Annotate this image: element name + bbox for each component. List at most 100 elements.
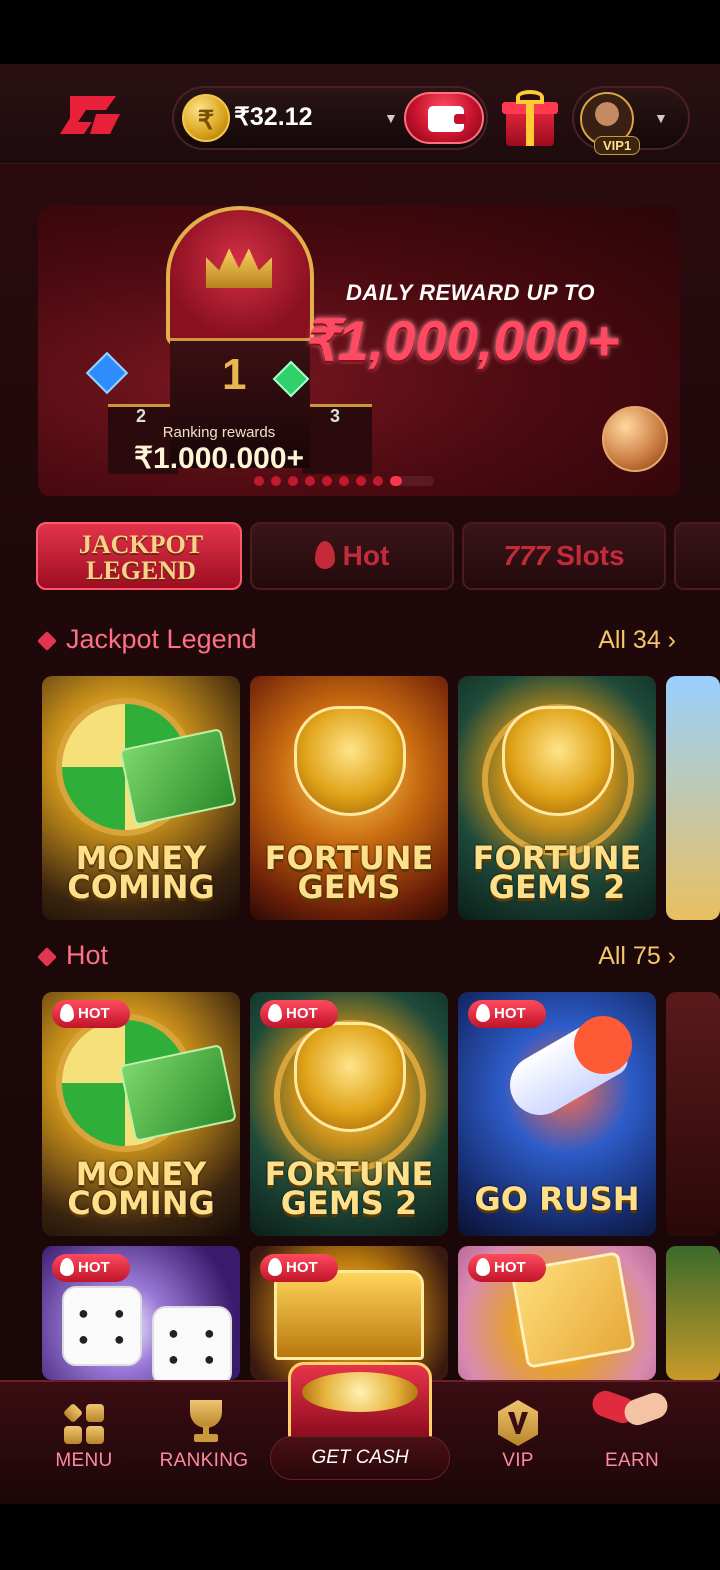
game-card[interactable]: FORTUNE GEMS	[250, 676, 448, 920]
gift-button[interactable]	[500, 88, 560, 150]
tab-hot[interactable]: Hot	[250, 522, 454, 590]
nav-ranking[interactable]: RANKING	[144, 1382, 264, 1506]
profile-button[interactable]: VIP1 ▼	[572, 86, 690, 155]
flame-icon	[476, 1258, 490, 1276]
nav-menu[interactable]: MENU	[24, 1382, 144, 1506]
carousel-dot[interactable]	[390, 476, 434, 486]
golden-mask-icon	[502, 706, 614, 816]
hot-badge: HOT	[260, 1000, 338, 1028]
tab-slots-label: Slots	[556, 540, 625, 571]
app-logo[interactable]	[56, 92, 124, 138]
flame-icon	[476, 1004, 490, 1022]
nav-vip[interactable]: VIP	[458, 1382, 578, 1506]
game-card-partial[interactable]	[666, 992, 720, 1236]
game-card[interactable]: HOT MONEY COMING	[42, 992, 240, 1236]
game-card-partial[interactable]	[666, 1246, 720, 1380]
game-title: MONEY COMING	[67, 839, 215, 906]
flame-icon	[60, 1258, 74, 1276]
carousel-dot[interactable]	[322, 476, 332, 486]
hot-badge: HOT	[260, 1254, 338, 1282]
game-card[interactable]: HOT	[250, 1246, 448, 1380]
game-title: FORTUNE GEMS 2	[472, 839, 642, 906]
tab-jackpot-line1: JACKPOT	[78, 530, 204, 559]
carousel-dot[interactable]	[373, 476, 383, 486]
flame-icon	[60, 1004, 74, 1022]
blue-gem-icon	[85, 351, 129, 395]
balance-amount: ₹32.12	[234, 103, 313, 131]
nav-earn-label: EARN	[605, 1450, 659, 1471]
game-card[interactable]: MONEY COMING	[42, 676, 240, 920]
tab-more[interactable]	[674, 522, 720, 590]
tab-jackpot-line2: LEGEND	[86, 556, 196, 585]
view-all-link[interactable]: All 34 ›	[598, 626, 676, 655]
tab-slots[interactable]: 777 Slots	[462, 522, 666, 590]
podium-first-number: 1	[222, 350, 247, 399]
chevron-down-icon[interactable]: ▼	[384, 110, 398, 126]
wallet-icon	[428, 106, 466, 132]
carousel-dot[interactable]	[305, 476, 315, 486]
hot-badge: HOT	[468, 1254, 546, 1282]
carousel-dot[interactable]	[254, 476, 264, 486]
section-title: Hot	[66, 940, 109, 970]
menu-grid-icon	[62, 1402, 106, 1446]
flame-icon	[314, 541, 335, 569]
flame-icon	[268, 1004, 282, 1022]
nav-vip-label: VIP	[502, 1450, 534, 1471]
game-card[interactable]: HOT GO RUSH	[458, 992, 656, 1236]
main-content: 1 2 3 Ranking rewards ₹1.000.000+ DAILY …	[0, 164, 720, 1380]
dice-icon	[62, 1286, 142, 1366]
trophy-icon	[184, 1400, 228, 1444]
banner-amount: ₹1,000,000+	[302, 309, 620, 372]
status-bar	[0, 0, 720, 64]
wallet-button[interactable]	[404, 92, 484, 144]
hot-badge: HOT	[52, 1000, 130, 1028]
get-cash-label: GET CASH	[311, 1447, 409, 1468]
view-all-link[interactable]: All 75 ›	[598, 942, 676, 971]
get-cash-button[interactable]: GET CASH	[264, 1362, 456, 1486]
treasure-chest-icon	[274, 1270, 424, 1360]
dice-icon	[152, 1306, 232, 1380]
game-card[interactable]: FORTUNE GEMS 2	[458, 676, 656, 920]
flame-icon	[268, 1258, 282, 1276]
carousel-dot[interactable]	[339, 476, 349, 486]
tab-jackpot-legend[interactable]: JACKPOT LEGEND	[36, 522, 242, 590]
chevron-down-icon[interactable]: ▼	[654, 110, 668, 126]
golden-mask-icon	[294, 1022, 406, 1132]
carousel-dot[interactable]	[356, 476, 366, 486]
game-card-partial[interactable]	[666, 676, 720, 920]
slots-777-icon: 777	[503, 540, 551, 571]
diamond-icon	[37, 631, 57, 651]
coin-icon	[602, 406, 668, 472]
ranking-value: ₹1.000.000+	[133, 442, 305, 475]
nav-ranking-label: RANKING	[159, 1450, 249, 1471]
section-title: Jackpot Legend	[66, 624, 257, 654]
golden-mask-icon	[294, 706, 406, 816]
vip-level-badge: VIP1	[594, 136, 641, 155]
carousel-dot[interactable]	[271, 476, 281, 486]
top-bar: ₹ ₹32.12 ▼ VIP1 ▼	[0, 64, 720, 164]
handshake-icon	[588, 1382, 672, 1438]
tab-hot-label: Hot	[342, 540, 390, 571]
jackpot-games-row: MONEY COMING FORTUNE GEMS FORTUNE GEMS 2	[42, 676, 720, 920]
hot-games-row-2: HOT HOT HOT	[42, 1246, 720, 1380]
ranking-plate: Ranking rewards ₹1.000.000+	[114, 424, 324, 484]
section-header-hot: Hot All 75 ›	[37, 938, 682, 978]
hot-badge: HOT	[468, 1000, 546, 1028]
carousel-dots[interactable]	[254, 476, 441, 486]
balance-pill[interactable]: ₹ ₹32.12 ▼	[172, 86, 488, 150]
nav-earn[interactable]: EARN	[572, 1382, 692, 1506]
game-card[interactable]: HOT FORTUNE GEMS 2	[250, 992, 448, 1236]
diamond-icon	[37, 947, 57, 967]
system-home-bar	[0, 1504, 720, 1570]
carousel-dot[interactable]	[288, 476, 298, 486]
game-card[interactable]: HOT	[42, 1246, 240, 1380]
game-card[interactable]: HOT	[458, 1246, 656, 1380]
game-title: GO RUSH	[474, 1180, 640, 1218]
category-tabs: JACKPOT LEGEND Hot 777 Slots	[36, 522, 720, 592]
podium-third-number: 3	[330, 406, 341, 426]
promo-banner[interactable]: 1 2 3 Ranking rewards ₹1.000.000+ DAILY …	[38, 206, 680, 496]
game-title: FORTUNE GEMS 2	[264, 1155, 434, 1222]
rupee-coin-icon: ₹	[182, 94, 230, 142]
nav-menu-label: MENU	[55, 1450, 113, 1471]
game-title: MONEY COMING	[67, 1155, 215, 1222]
